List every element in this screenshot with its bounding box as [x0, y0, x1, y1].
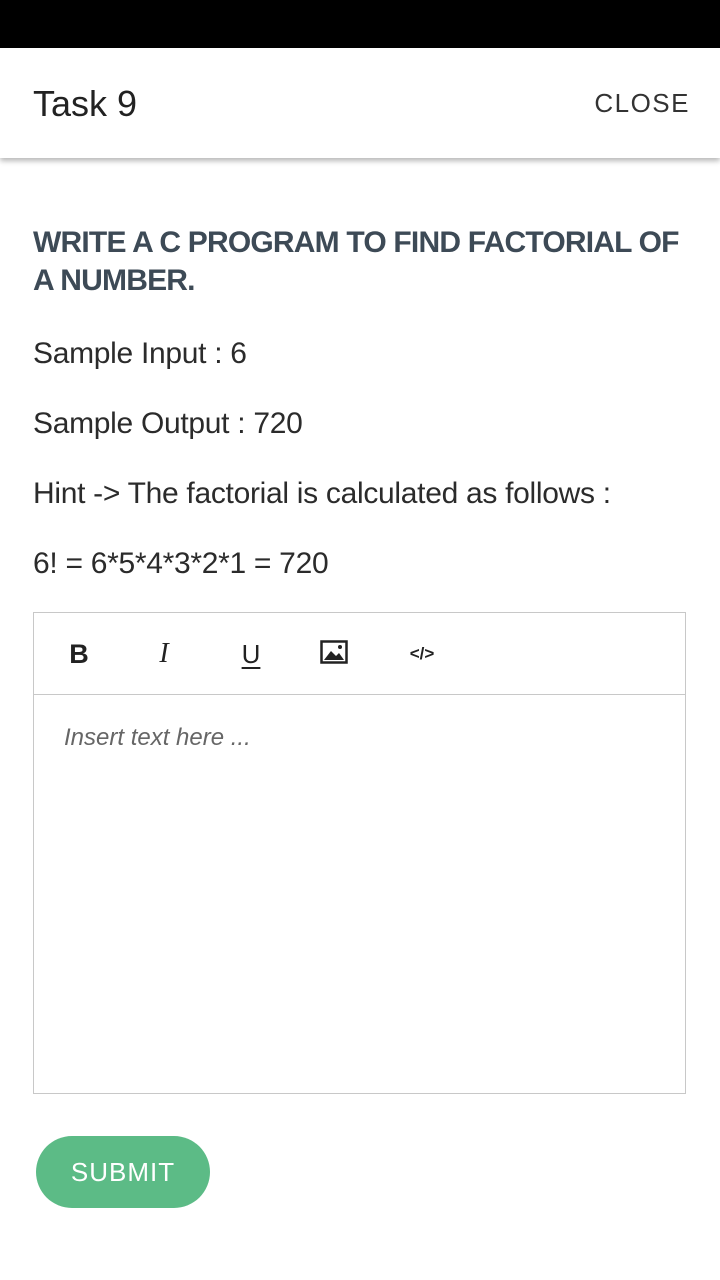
editor-toolbar: B I U </>: [34, 613, 685, 695]
sample-input: Sample Input : 6: [33, 337, 247, 370]
editor-text-area[interactable]: Insert text here ...: [34, 695, 685, 1093]
underline-button[interactable]: U: [237, 635, 265, 673]
page-title: Task 9: [33, 83, 138, 124]
status-bar: [0, 0, 720, 48]
formula-text: 6! = 6*5*4*3*2*1 = 720: [33, 547, 329, 580]
task-heading: WRITE A C PROGRAM TO FIND FACTORIAL OF A…: [33, 226, 680, 297]
bold-button[interactable]: B: [64, 635, 94, 673]
hint-text: Hint -> The factorial is calculated as f…: [33, 477, 611, 510]
editor-placeholder: Insert text here ...: [64, 724, 251, 751]
submit-button[interactable]: SUBMIT: [36, 1136, 210, 1208]
app-bar: Task 9 CLOSE: [0, 48, 720, 158]
insert-image-button[interactable]: [319, 635, 349, 673]
code-button[interactable]: </>: [405, 635, 439, 673]
rich-text-editor: B I U </> Insert text here ...: [33, 612, 686, 1094]
italic-button[interactable]: I: [151, 635, 177, 673]
sample-output: Sample Output : 720: [33, 407, 303, 440]
image-icon: [320, 639, 348, 669]
close-button[interactable]: CLOSE: [594, 86, 690, 120]
task-content: WRITE A C PROGRAM TO FIND FACTORIAL OF A…: [33, 224, 688, 580]
